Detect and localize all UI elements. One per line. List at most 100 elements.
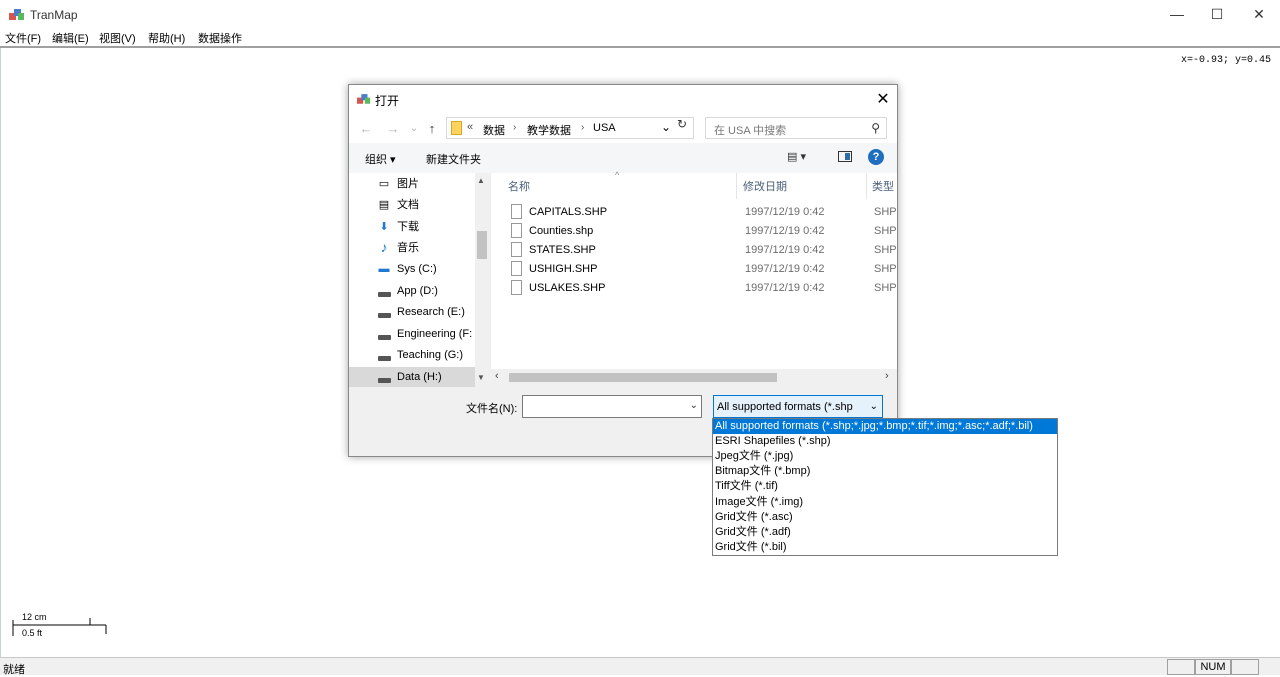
file-row[interactable]: USLAKES.SHP 1997/12/19 0:42 SHP — [507, 279, 897, 298]
back-arrow-icon[interactable]: ← — [357, 119, 375, 137]
file-icon — [511, 204, 522, 219]
breadcrumb-item[interactable]: 数据 — [483, 122, 505, 138]
menu-view[interactable]: 视图(V) — [99, 30, 136, 46]
recent-locations-icon[interactable]: ⌄ — [405, 119, 423, 137]
file-type-option[interactable]: All supported formats (*.shp;*.jpg;*.bmp… — [713, 419, 1057, 434]
file-type-select[interactable]: All supported formats (*.shp ⌄ — [713, 395, 883, 418]
dialog-close-button[interactable]: ✕ — [871, 88, 895, 110]
nav-item-research-e[interactable]: Research (E:) — [377, 302, 489, 322]
chevron-down-icon[interactable]: ⌄ — [690, 400, 698, 411]
filename-input[interactable]: ⌄ — [522, 395, 702, 418]
file-type-option[interactable]: Tiff文件 (*.tif) — [713, 479, 1057, 494]
forward-arrow-icon[interactable]: → — [384, 119, 402, 137]
menu-file[interactable]: 文件(F) — [5, 30, 41, 46]
navigation-pane: ▭ 图片 ▤ 文档 ⬇ 下载 ♪ 音乐 ▬ Sys (C:) App (D:) … — [349, 173, 489, 387]
file-type-option[interactable]: ESRI Shapefiles (*.shp) — [713, 434, 1057, 449]
nav-item-music[interactable]: ♪ 音乐 — [377, 237, 489, 257]
view-options-icon[interactable]: ▤ ▾ — [787, 150, 806, 163]
column-divider[interactable] — [866, 173, 867, 199]
drive-icon — [377, 371, 391, 383]
menu-edit[interactable]: 编辑(E) — [52, 30, 89, 46]
file-row[interactable]: STATES.SHP 1997/12/19 0:42 SHP — [507, 241, 897, 260]
file-modified: 1997/12/19 0:42 — [745, 263, 825, 275]
nav-item-label: 文档 — [397, 199, 419, 211]
breadcrumb-item[interactable]: 教学数据 — [527, 122, 571, 138]
file-row[interactable]: CAPITALS.SHP 1997/12/19 0:42 SHP — [507, 203, 897, 222]
file-type: SHP — [874, 282, 897, 294]
nav-item-app-d[interactable]: App (D:) — [377, 281, 489, 301]
chevron-right-icon[interactable]: › — [581, 122, 584, 133]
drive-icon — [377, 285, 391, 297]
file-modified: 1997/12/19 0:42 — [745, 244, 825, 256]
nav-item-pictures[interactable]: ▭ 图片 — [377, 173, 489, 193]
dialog-title: 打开 — [375, 94, 400, 108]
file-type: SHP — [874, 263, 897, 275]
open-file-dialog: 打开 ✕ ← → ⌄ ↑ « 数据 › 教学数据 › USA ⌄ ↻ 在 USA… — [348, 84, 898, 457]
search-input[interactable]: 在 USA 中搜索 ⚲ — [705, 117, 887, 139]
nav-item-documents[interactable]: ▤ 文档 — [377, 194, 489, 214]
file-name: STATES.SHP — [529, 244, 596, 256]
refresh-icon[interactable]: ↻ — [677, 117, 691, 131]
column-header-type[interactable]: 类型 — [872, 178, 894, 194]
file-name: USHIGH.SHP — [529, 263, 598, 275]
file-type-options: All supported formats (*.shp;*.jpg;*.bmp… — [712, 418, 1058, 556]
file-type-option[interactable]: Grid文件 (*.adf) — [713, 525, 1057, 540]
scroll-left-icon[interactable]: ‹ — [495, 370, 499, 382]
scroll-right-icon[interactable]: › — [885, 370, 889, 382]
chevron-right-icon[interactable]: › — [513, 122, 516, 133]
file-type-option[interactable]: Jpeg文件 (*.jpg) — [713, 449, 1057, 464]
drive-icon — [377, 349, 391, 361]
file-row[interactable]: USHIGH.SHP 1997/12/19 0:42 SHP — [507, 260, 897, 279]
status-panel-blank-2 — [1231, 659, 1259, 675]
maximize-button[interactable]: ☐ — [1194, 0, 1240, 28]
menu-help[interactable]: 帮助(H) — [148, 30, 185, 46]
file-modified: 1997/12/19 0:42 — [745, 282, 825, 294]
up-arrow-icon[interactable]: ↑ — [423, 119, 441, 137]
scrollbar-thumb[interactable] — [477, 231, 487, 259]
app-titlebar: TranMap — ☐ ✕ — [0, 0, 1280, 28]
file-type-option[interactable]: Grid文件 (*.bil) — [713, 540, 1057, 555]
nav-item-label: Sys (C:) — [397, 263, 437, 275]
breadcrumb-overflow[interactable]: « — [467, 121, 473, 133]
file-name: Counties.shp — [529, 225, 594, 237]
scroll-down-icon[interactable]: ▼ — [477, 373, 485, 382]
app-title: TranMap — [30, 8, 78, 22]
chevron-down-icon[interactable]: ⌄ — [870, 401, 878, 412]
file-type-option[interactable]: Image文件 (*.img) — [713, 495, 1057, 510]
scroll-up-icon[interactable]: ▲ — [477, 176, 485, 185]
close-window-button[interactable]: ✕ — [1236, 0, 1280, 28]
nav-item-engineering-f[interactable]: Engineering (F: — [377, 324, 489, 344]
organize-button[interactable]: 组织 ▾ — [365, 151, 396, 167]
preview-pane-icon[interactable] — [838, 151, 852, 162]
column-header-name[interactable]: 名称 — [508, 178, 530, 194]
nav-item-label: Data (H:) — [397, 371, 442, 383]
nav-item-label: Engineering (F: — [397, 328, 473, 340]
file-name: USLAKES.SHP — [529, 282, 606, 294]
help-icon[interactable]: ? — [868, 149, 884, 165]
file-type-option[interactable]: Grid文件 (*.asc) — [713, 510, 1057, 525]
nav-item-downloads[interactable]: ⬇ 下载 — [377, 216, 489, 236]
new-folder-button[interactable]: 新建文件夹 — [426, 151, 481, 167]
file-name: CAPITALS.SHP — [529, 206, 608, 218]
column-divider[interactable] — [736, 173, 737, 199]
sort-indicator-icon: ^ — [615, 170, 620, 180]
nav-item-sys-c[interactable]: ▬ Sys (C:) — [377, 259, 489, 279]
scale-bar: 12 cm 0.5 ft — [12, 612, 108, 642]
menu-data-ops[interactable]: 数据操作 — [198, 30, 242, 46]
status-panel-blank — [1167, 659, 1195, 675]
nav-item-teaching-g[interactable]: Teaching (G:) — [377, 345, 489, 365]
nav-pane-scrollbar[interactable]: ▲ ▼ — [475, 173, 489, 385]
status-num-indicator: NUM — [1195, 659, 1231, 675]
search-icon[interactable]: ⚲ — [871, 121, 880, 135]
scrollbar-thumb[interactable] — [509, 373, 777, 382]
horizontal-scrollbar[interactable]: ‹ › — [491, 369, 897, 385]
file-row[interactable]: Counties.shp 1997/12/19 0:42 SHP — [507, 222, 897, 241]
column-header-modified[interactable]: 修改日期 — [743, 178, 787, 194]
nav-item-data-h[interactable]: Data (H:) — [349, 367, 475, 387]
file-type-option[interactable]: Bitmap文件 (*.bmp) — [713, 464, 1057, 479]
breadcrumb-item[interactable]: USA — [593, 122, 616, 134]
nav-item-label: 下载 — [397, 221, 419, 233]
chevron-down-icon[interactable]: ⌄ — [661, 120, 671, 134]
address-bar[interactable]: « 数据 › 教学数据 › USA ⌄ — [446, 117, 694, 139]
coordinate-readout: x=-0.93; y=0.45 — [1180, 55, 1271, 66]
